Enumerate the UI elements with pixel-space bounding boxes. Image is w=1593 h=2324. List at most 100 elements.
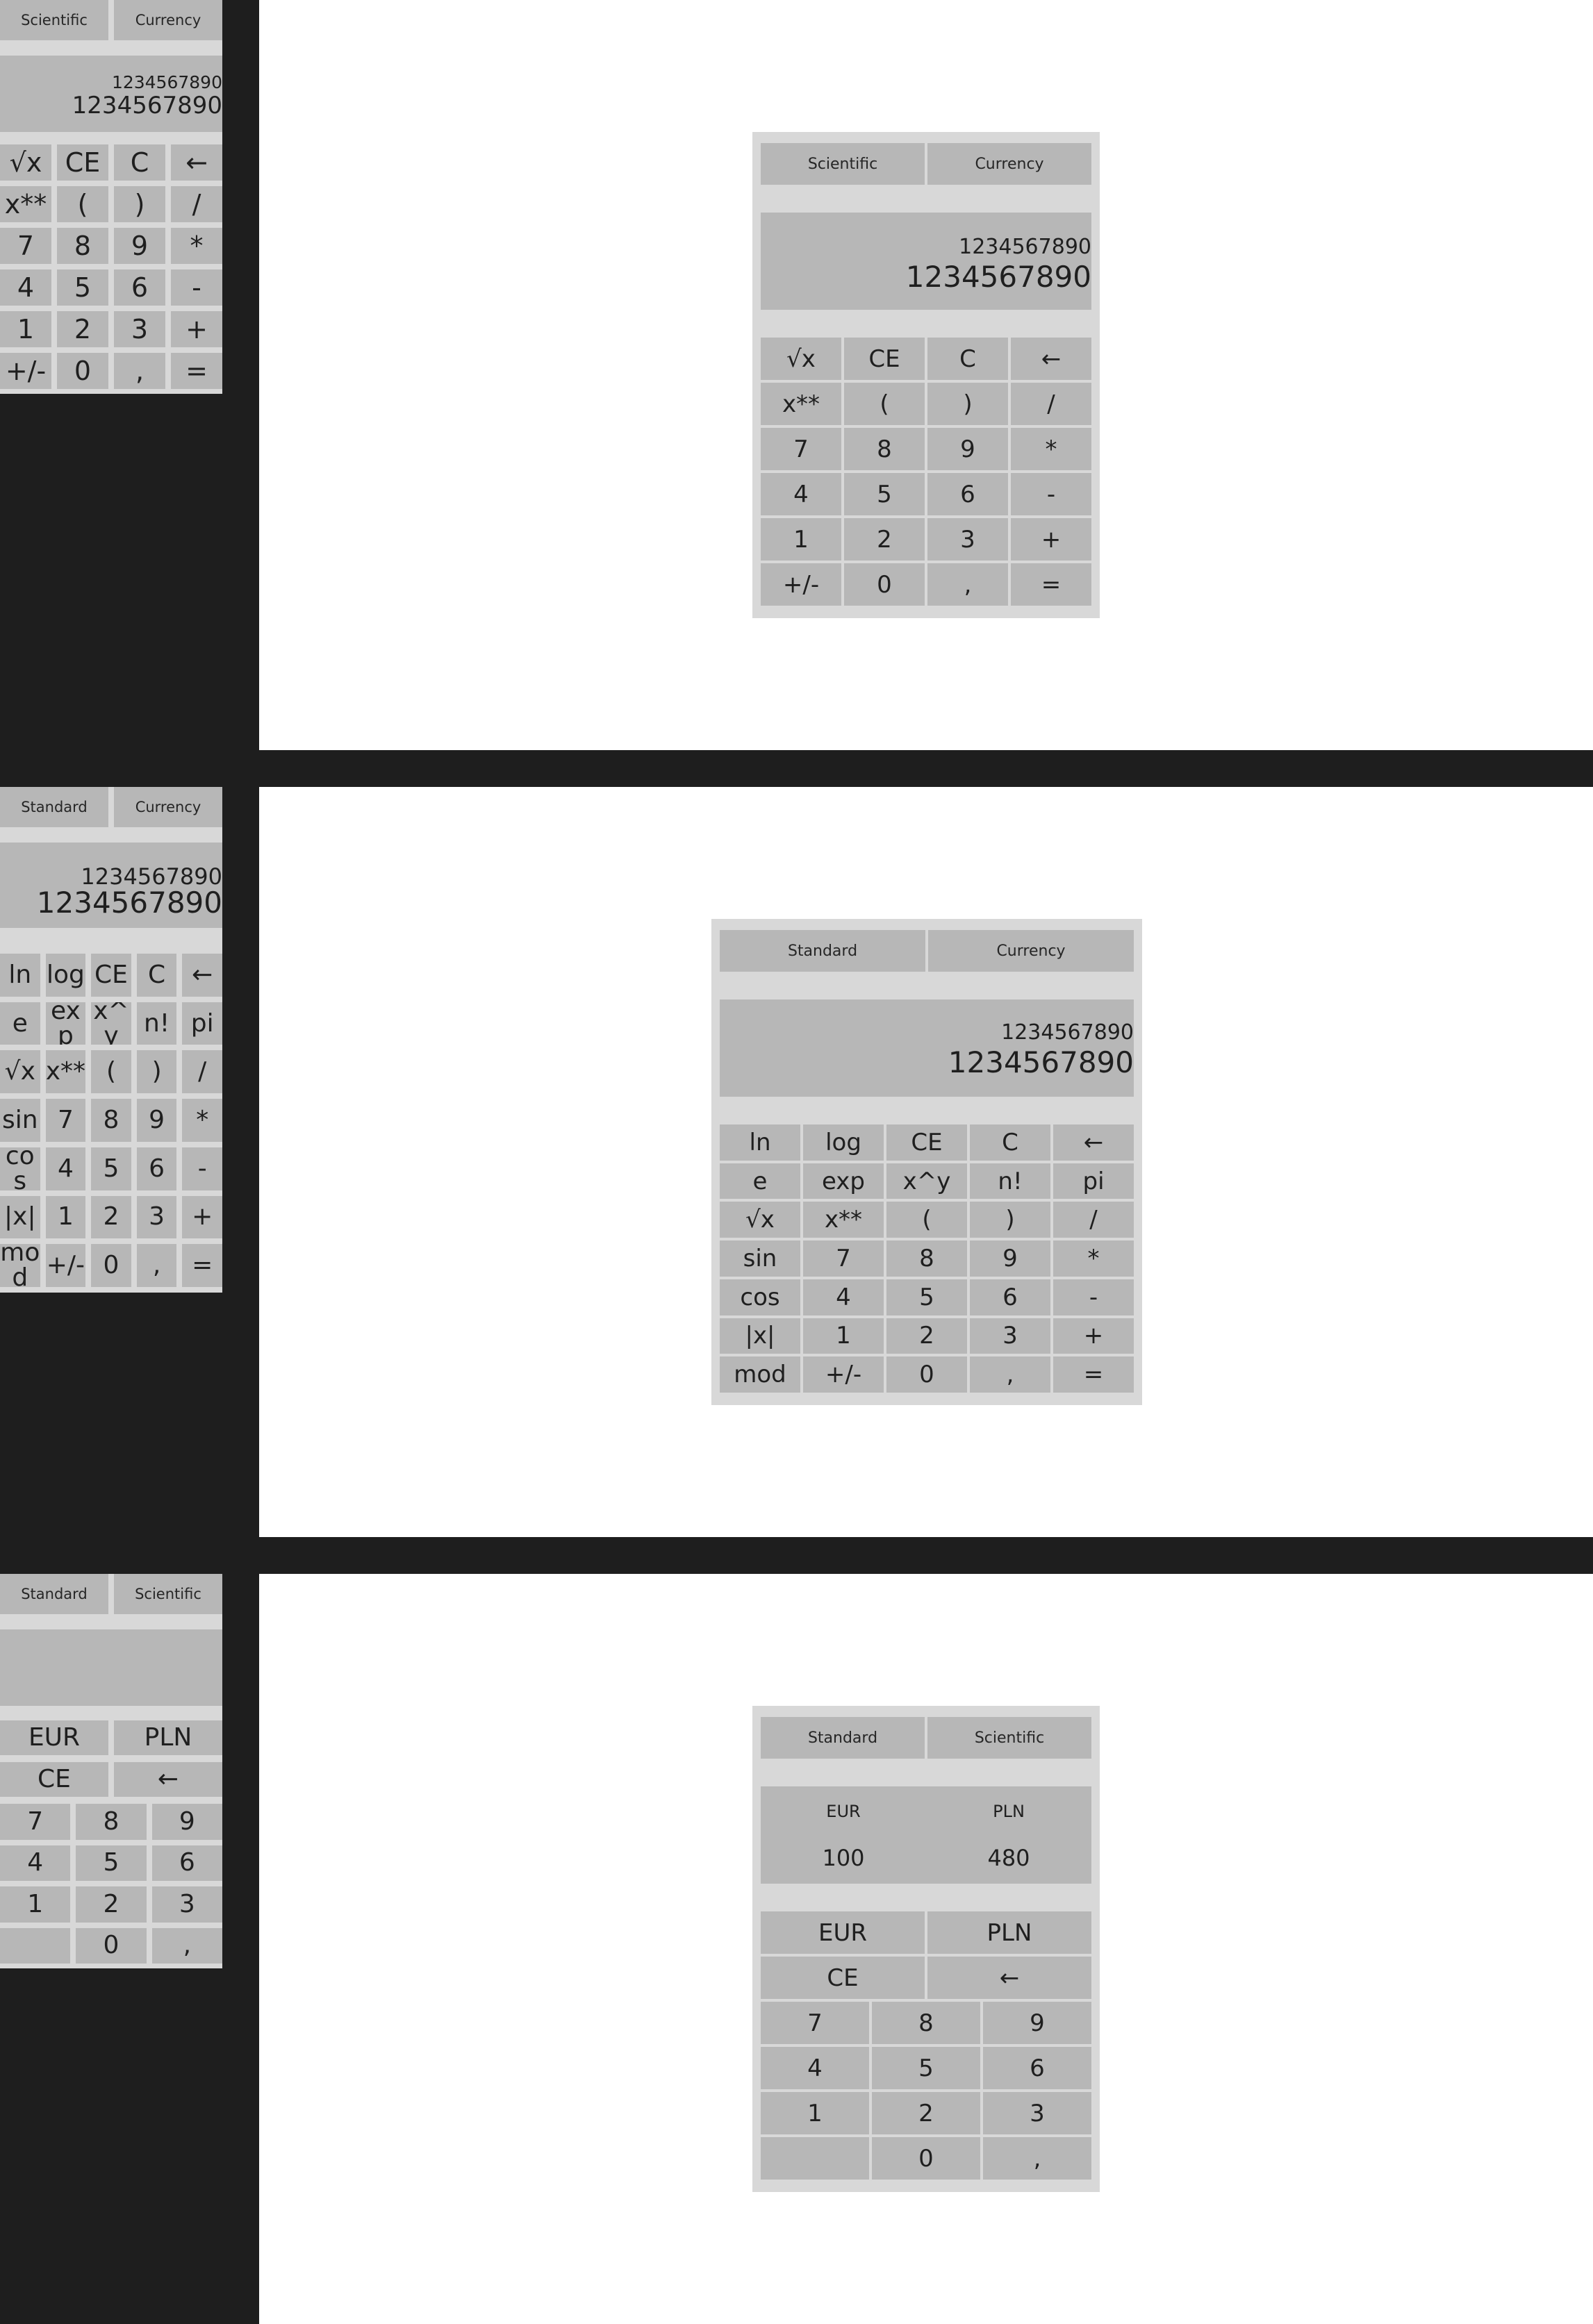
log-key[interactable]: log bbox=[803, 1124, 884, 1161]
digit-1-key[interactable]: 1 bbox=[0, 1886, 71, 1923]
tab-currency[interactable]: Currency bbox=[927, 143, 1091, 185]
factorial-key[interactable]: n! bbox=[136, 1002, 177, 1045]
digit-5-key[interactable]: 5 bbox=[57, 269, 108, 306]
backspace-key[interactable]: ← bbox=[1053, 1124, 1134, 1161]
tab-currency[interactable]: Currency bbox=[928, 930, 1134, 972]
clear-entry-key[interactable]: CE bbox=[844, 338, 925, 380]
equals-key[interactable]: = bbox=[171, 353, 222, 389]
negate-key[interactable]: +/- bbox=[45, 1244, 86, 1287]
digit-4-key[interactable]: 4 bbox=[761, 2047, 869, 2089]
digit-2-key[interactable]: 2 bbox=[872, 2092, 980, 2134]
digit-6-key[interactable]: 6 bbox=[114, 269, 165, 306]
clear-entry-key[interactable]: CE bbox=[57, 144, 108, 181]
currency-eur-button[interactable]: EUR bbox=[761, 1911, 925, 1954]
subtract-key[interactable]: - bbox=[182, 1147, 222, 1190]
decimal-key[interactable]: , bbox=[151, 1927, 222, 1964]
divide-key[interactable]: / bbox=[1053, 1202, 1134, 1238]
open-paren-key[interactable]: ( bbox=[886, 1202, 967, 1238]
digit-1-key[interactable]: 1 bbox=[761, 518, 841, 561]
abs-key[interactable]: |x| bbox=[720, 1318, 800, 1354]
digit-7-key[interactable]: 7 bbox=[0, 1804, 71, 1840]
exp-key[interactable]: exp bbox=[45, 1002, 86, 1045]
sqrt-key[interactable]: √x bbox=[0, 1050, 40, 1094]
clear-key[interactable]: C bbox=[970, 1124, 1050, 1161]
decimal-key[interactable]: , bbox=[927, 563, 1008, 606]
sqrt-key[interactable]: √x bbox=[0, 144, 51, 181]
digit-9-key[interactable]: 9 bbox=[927, 428, 1008, 470]
multiply-key[interactable]: * bbox=[1011, 428, 1091, 470]
digit-9-key[interactable]: 9 bbox=[114, 228, 165, 264]
close-paren-key[interactable]: ) bbox=[927, 383, 1008, 425]
subtract-key[interactable]: - bbox=[1053, 1279, 1134, 1315]
digit-8-key[interactable]: 8 bbox=[886, 1240, 967, 1277]
close-paren-key[interactable]: ) bbox=[114, 186, 165, 222]
factorial-key[interactable]: n! bbox=[970, 1163, 1050, 1200]
currency-pln-button[interactable]: PLN bbox=[927, 1911, 1091, 1954]
close-paren-key[interactable]: ) bbox=[970, 1202, 1050, 1238]
digit-4-key[interactable]: 4 bbox=[761, 473, 841, 515]
digit-7-key[interactable]: 7 bbox=[0, 228, 51, 264]
tab-standard[interactable]: Standard bbox=[0, 1574, 108, 1614]
digit-9-key[interactable]: 9 bbox=[136, 1099, 177, 1142]
currency-eur-button[interactable]: EUR bbox=[0, 1720, 108, 1755]
clear-entry-key[interactable]: CE bbox=[761, 1957, 925, 1999]
digit-4-key[interactable]: 4 bbox=[803, 1279, 884, 1315]
digit-9-key[interactable]: 9 bbox=[151, 1804, 222, 1840]
sqrt-key[interactable]: √x bbox=[761, 338, 841, 380]
open-paren-key[interactable]: ( bbox=[844, 383, 925, 425]
log-key[interactable]: log bbox=[45, 954, 86, 997]
square-key[interactable]: x** bbox=[803, 1202, 884, 1238]
square-key[interactable]: x** bbox=[45, 1050, 86, 1094]
digit-2-key[interactable]: 2 bbox=[76, 1886, 147, 1923]
add-key[interactable]: + bbox=[1053, 1318, 1134, 1354]
e-key[interactable]: e bbox=[0, 1002, 40, 1045]
open-paren-key[interactable]: ( bbox=[57, 186, 108, 222]
digit-8-key[interactable]: 8 bbox=[91, 1099, 131, 1142]
open-paren-key[interactable]: ( bbox=[91, 1050, 131, 1094]
cos-key[interactable]: cos bbox=[0, 1147, 40, 1190]
digit-6-key[interactable]: 6 bbox=[927, 473, 1008, 515]
decimal-key[interactable]: , bbox=[114, 353, 165, 389]
ln-key[interactable]: ln bbox=[0, 954, 40, 997]
digit-9-key[interactable]: 9 bbox=[983, 2002, 1091, 2044]
tab-standard[interactable]: Standard bbox=[720, 930, 925, 972]
decimal-key[interactable]: , bbox=[983, 2137, 1091, 2180]
digit-8-key[interactable]: 8 bbox=[76, 1804, 147, 1840]
clear-key[interactable]: C bbox=[136, 954, 177, 997]
add-key[interactable]: + bbox=[1011, 518, 1091, 561]
digit-0-key[interactable]: 0 bbox=[91, 1244, 131, 1287]
digit-3-key[interactable]: 3 bbox=[151, 1886, 222, 1923]
e-key[interactable]: e bbox=[720, 1163, 800, 1200]
exp-key[interactable]: exp bbox=[803, 1163, 884, 1200]
mod-key[interactable]: mod bbox=[720, 1356, 800, 1393]
digit-3-key[interactable]: 3 bbox=[927, 518, 1008, 561]
decimal-key[interactable]: , bbox=[136, 1244, 177, 1287]
digit-5-key[interactable]: 5 bbox=[872, 2047, 980, 2089]
tab-currency[interactable]: Currency bbox=[114, 787, 222, 827]
digit-5-key[interactable]: 5 bbox=[886, 1279, 967, 1315]
digit-3-key[interactable]: 3 bbox=[136, 1195, 177, 1239]
tab-standard[interactable]: Standard bbox=[761, 1717, 925, 1759]
power-key[interactable]: x^y bbox=[91, 1002, 131, 1045]
cos-key[interactable]: cos bbox=[720, 1279, 800, 1315]
backspace-key[interactable]: ← bbox=[114, 1762, 222, 1797]
tab-scientific[interactable]: Scientific bbox=[761, 143, 925, 185]
digit-4-key[interactable]: 4 bbox=[0, 1845, 71, 1881]
digit-7-key[interactable]: 7 bbox=[803, 1240, 884, 1277]
digit-3-key[interactable]: 3 bbox=[970, 1318, 1050, 1354]
sin-key[interactable]: sin bbox=[0, 1099, 40, 1142]
decimal-key[interactable]: , bbox=[970, 1356, 1050, 1393]
tab-currency[interactable]: Currency bbox=[114, 0, 222, 40]
divide-key[interactable]: / bbox=[1011, 383, 1091, 425]
divide-key[interactable]: / bbox=[182, 1050, 222, 1094]
digit-4-key[interactable]: 4 bbox=[45, 1147, 86, 1190]
clear-entry-key[interactable]: CE bbox=[91, 954, 131, 997]
digit-3-key[interactable]: 3 bbox=[983, 2092, 1091, 2134]
equals-key[interactable]: = bbox=[182, 1244, 222, 1287]
digit-0-key[interactable]: 0 bbox=[844, 563, 925, 606]
digit-2-key[interactable]: 2 bbox=[844, 518, 925, 561]
digit-2-key[interactable]: 2 bbox=[57, 311, 108, 347]
digit-0-key[interactable]: 0 bbox=[886, 1356, 967, 1393]
digit-3-key[interactable]: 3 bbox=[114, 311, 165, 347]
divide-key[interactable]: / bbox=[171, 186, 222, 222]
